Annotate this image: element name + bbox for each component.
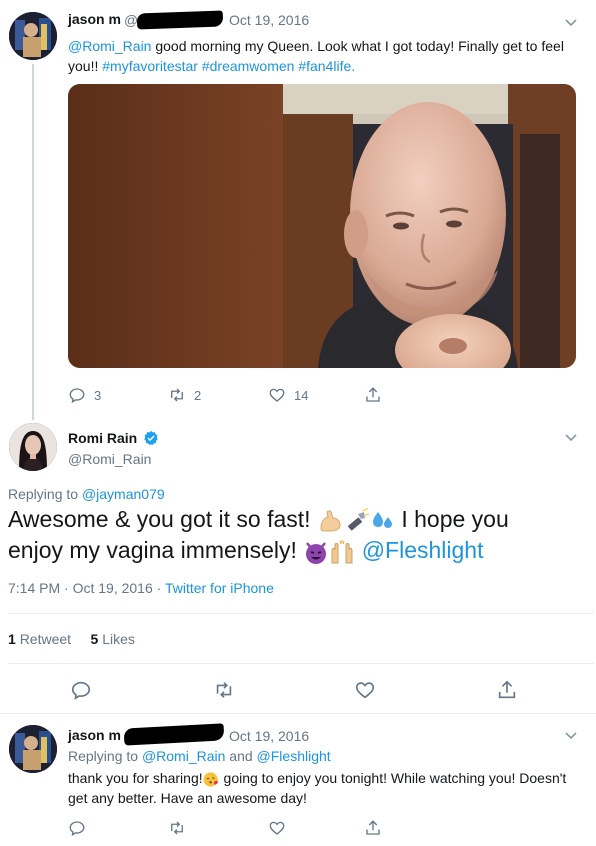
thread-line: [32, 64, 34, 420]
author-name[interactable]: jason m: [68, 727, 121, 743]
replying-to: Replying to @jayman079: [8, 486, 165, 502]
divider: [8, 613, 594, 614]
reply-mention-link[interactable]: @Fleshlight: [257, 748, 331, 764]
avatar-jason[interactable]: [9, 725, 57, 773]
author-name[interactable]: jason m: [68, 11, 121, 27]
mention-link[interactable]: @Romi_Rain: [68, 38, 151, 54]
share-button[interactable]: [364, 385, 382, 405]
share-icon[interactable]: [496, 679, 518, 701]
smiling-devil-emoji: [306, 542, 327, 564]
like-count: 14: [294, 387, 309, 403]
retweet-icon[interactable]: [213, 679, 235, 701]
tweet-body-part1: thank you for sharing!: [68, 770, 203, 786]
chevron-down-icon[interactable]: [563, 727, 579, 743]
sweat-droplets-emoji: [372, 511, 392, 528]
share-button[interactable]: [364, 818, 382, 838]
reply-mention-link[interactable]: @Romi_Rain: [142, 748, 225, 764]
like-icon: [269, 821, 285, 835]
engagement-stats: 1 Retweet 5 Likes: [8, 631, 135, 647]
reply-mention-link[interactable]: @jayman079: [82, 486, 165, 502]
face-blowing-kiss-emoji: [203, 772, 218, 787]
tweet-text: @Romi_Rain good morning my Queen. Look w…: [68, 36, 568, 76]
reply-icon: [69, 388, 85, 404]
tweet-separator: [0, 713, 596, 714]
redaction-mark: [123, 723, 225, 746]
flashlight-emoji: [348, 507, 369, 531]
tweet-metadata: 7:14 PM · Oct 19, 2016 · Twitter for iPh…: [8, 580, 274, 596]
reply-icon[interactable]: [70, 679, 92, 701]
like-button[interactable]: 14: [268, 385, 308, 405]
tweet-source[interactable]: Twitter for iPhone: [165, 580, 274, 596]
replying-to: Replying to @Romi_Rain and @Fleshlight: [68, 748, 331, 764]
retweets-count: 1: [8, 631, 16, 647]
replying-label: Replying to: [68, 748, 142, 764]
tweet-photo[interactable]: [68, 84, 576, 368]
likes-label: Likes: [102, 631, 135, 647]
divider: [8, 663, 594, 664]
like-icon: [269, 388, 285, 402]
likes-stat[interactable]: 5 Likes: [91, 631, 135, 647]
like-icon[interactable]: [354, 679, 376, 701]
tweet-text: Awesome & you got it so fast! I hope you…: [8, 504, 568, 566]
tweet-text: thank you for sharing! going to enjoy yo…: [68, 768, 568, 808]
share-icon: [366, 820, 380, 835]
raising-hands-emoji: [331, 539, 353, 564]
tweet-timestamp[interactable]: 7:14 PM · Oct 19, 2016 ·: [8, 580, 165, 596]
reply-button[interactable]: 3: [68, 385, 101, 405]
avatar-romi[interactable]: [9, 423, 57, 471]
retweet-icon: [171, 821, 183, 835]
retweets-stat[interactable]: 1 Retweet: [8, 631, 71, 647]
retweets-label: Retweet: [19, 631, 72, 647]
chevron-down-icon[interactable]: [563, 14, 579, 30]
author-name[interactable]: Romi Rain: [68, 430, 137, 446]
fleshlight-mention-link[interactable]: @Fleshlight: [362, 537, 484, 563]
author-handle[interactable]: @Romi_Rain: [68, 451, 151, 467]
likes-count: 5: [90, 631, 99, 647]
retweet-button[interactable]: 2: [168, 385, 201, 405]
reply-icon: [69, 821, 85, 837]
avatar-jason[interactable]: [9, 12, 57, 60]
retweet-icon: [171, 388, 183, 402]
reply-button[interactable]: [68, 818, 86, 838]
tweet-date[interactable]: Oct 19, 2016: [229, 728, 309, 744]
hashtag-links[interactable]: #myfavoritestar #dreamwomen #fan4life.: [102, 58, 355, 74]
replying-label: Replying to: [8, 486, 82, 502]
verified-icon: [144, 431, 158, 446]
tweet-actions: [68, 818, 568, 838]
retweet-count: 2: [194, 387, 202, 403]
share-icon: [366, 387, 380, 402]
chevron-down-icon[interactable]: [563, 429, 579, 445]
tweet-actions: 3 2 14: [68, 385, 568, 405]
redaction-mark: [136, 10, 224, 30]
reply-count: 3: [94, 387, 102, 403]
retweet-button[interactable]: [168, 818, 186, 838]
replying-and: and: [225, 748, 257, 764]
tweet-body-part1: Awesome & you got it so fast!: [8, 506, 317, 532]
tweet-date[interactable]: Oct 19, 2016: [229, 12, 309, 28]
flexed-biceps-emoji: [320, 510, 341, 532]
like-button[interactable]: [268, 818, 286, 838]
